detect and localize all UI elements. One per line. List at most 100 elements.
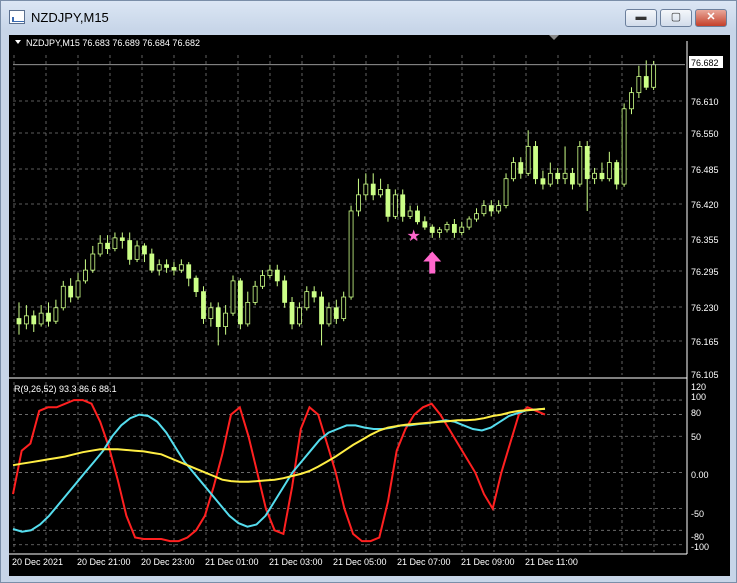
candle-body [363,183,369,196]
candle-body [105,242,110,250]
candle-body [245,301,251,325]
candle-body [38,312,44,325]
candle-body [584,146,590,180]
chart-area[interactable]: ★ NZDJPY,M15 76.683 76.689 76.684 76.682… [9,35,730,576]
candle-body [53,307,59,322]
candle-body [356,194,361,212]
candle-body [16,318,22,325]
time-label: 20 Dec 23:00 [141,557,195,567]
candle-body [46,312,51,322]
candle-body [319,296,324,325]
candle-body [326,307,332,325]
candle-body [592,172,597,180]
candle-body [525,146,531,174]
restore-button[interactable]: ▢ [660,9,692,27]
candle-body [127,240,133,260]
candle-body [252,285,258,303]
candle-body [407,210,413,217]
candle-body [385,189,391,217]
candles [16,60,657,346]
candle-body [370,183,376,196]
time-label: 20 Dec 21:00 [77,557,131,567]
candle-body [311,291,317,298]
candle-body [562,172,568,180]
candle-body [466,218,472,228]
price-header: NZDJPY,M15 76.683 76.689 76.684 76.682 [26,38,200,48]
candle-body [415,210,420,223]
title-bar[interactable]: NZDJPY,M15 ▬ ▢ ✕ [1,1,736,35]
candle-body [459,226,465,233]
candle-body [392,194,398,217]
close-button[interactable]: ✕ [695,9,727,27]
candle-body [149,253,155,271]
indicator-line-yellow [12,407,546,483]
signal-markers: ★ [406,228,442,274]
price-label: 76.295 [691,267,719,277]
indicator-scale-label: 120 [691,382,706,392]
grid-lines [13,55,685,552]
candle-body [488,205,494,212]
candle-body [60,285,66,309]
candle-body [577,146,583,185]
price-label: 76.420 [691,200,719,210]
time-label: 21 Dec 05:00 [333,557,387,567]
candle-body [451,224,457,233]
candle-body [274,269,280,282]
candle-body [237,280,243,325]
candle-body [422,221,428,228]
indicator-scale-label: 0.00 [691,470,709,480]
candle-body [511,162,516,180]
candle-body [444,224,450,231]
candle-body [429,226,435,233]
candle-body [178,264,184,271]
candle-body [629,92,634,110]
candle-body [540,178,546,185]
indicator-scale-label: 50 [691,432,701,442]
candle-body [83,269,88,282]
candle-body [348,210,354,298]
time-label: 21 Dec 11:00 [525,557,578,567]
axis-lines [9,41,688,555]
time-label: 21 Dec 09:00 [461,557,515,567]
up-arrow-marker-icon [423,251,442,274]
window-title: NZDJPY,M15 [31,10,109,25]
candle-body [599,172,605,180]
candle-body [555,172,561,180]
candle-body [75,280,81,298]
candle-body [621,108,627,185]
candle-body [260,275,265,287]
candle-body [606,162,612,180]
minimize-button[interactable]: ▬ [625,9,657,27]
candle-body [437,229,443,233]
candle-body [503,178,509,206]
candle-body [119,237,125,241]
candle-body [171,267,177,271]
chart-window: NZDJPY,M15 ▬ ▢ ✕ ★ NZDJPY,M15 76.683 76.… [0,0,737,583]
chart-shift-marker-icon[interactable] [549,35,559,40]
price-label: 76.355 [691,235,719,245]
candle-body [304,291,310,309]
candle-body [474,213,479,220]
candle-body [97,242,103,255]
candle-body [90,253,96,271]
indicator-label: R(9,26,52) 93.3 86.6 88.1 [14,384,117,394]
candle-body [547,172,553,185]
collapse-triangle-icon[interactable] [15,40,21,44]
candle-body [68,285,74,298]
candle-body [215,307,221,327]
candle-body [156,264,162,271]
candle-body [400,194,406,217]
indicator-scale-label: 100 [691,392,706,402]
indicator-lines [12,399,546,543]
candle-body [31,315,37,325]
indicator-scale-label: -80 [691,532,704,542]
candle-body [341,296,347,319]
time-label: 21 Dec 01:00 [205,557,259,567]
candle-body [643,76,649,88]
candle-body [112,237,118,250]
candle-body [496,205,502,212]
chart-canvas[interactable]: ★ NZDJPY,M15 76.683 76.689 76.684 76.682… [9,35,730,576]
candle-body [208,307,214,319]
candle-body [186,264,192,279]
time-label: 21 Dec 03:00 [269,557,323,567]
